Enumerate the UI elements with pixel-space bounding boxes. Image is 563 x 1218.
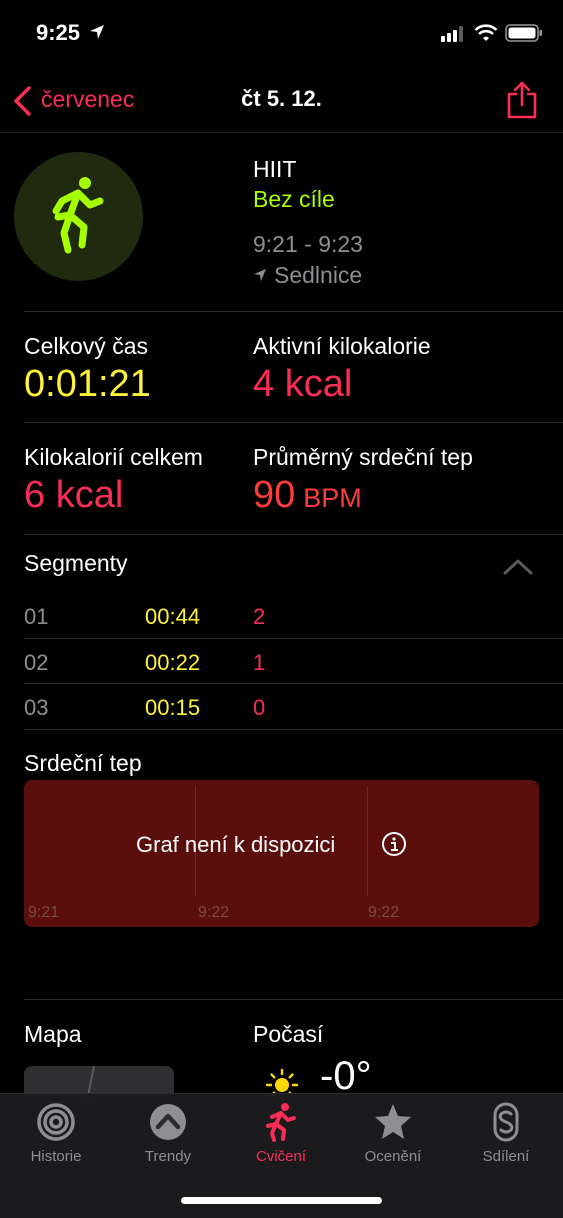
divider: [24, 422, 563, 423]
tab-label: Historie: [30, 1148, 82, 1165]
avg-heart-rate-label: Průměrný srdeční tep: [253, 444, 473, 470]
segment-value: 0: [253, 695, 266, 720]
total-kcal-label: Kilokalorií celkem: [24, 444, 203, 470]
segment-time: 00:15: [145, 695, 201, 720]
divider: [24, 999, 563, 1000]
cellular-signal-icon: [441, 26, 465, 47]
workout-runner-icon: [261, 1102, 301, 1147]
info-icon[interactable]: [381, 831, 407, 862]
workout-detail-screen: 9:25 červenec čt 5. 12. HIIT Bez cíle 9:…: [0, 0, 563, 1218]
total-time-label: Celkový čas: [24, 333, 148, 359]
tab-label: Ocenění: [364, 1148, 422, 1165]
share-icon[interactable]: [505, 80, 539, 125]
home-indicator[interactable]: [181, 1197, 382, 1204]
active-kcal-label: Aktivní kilokalorie: [253, 333, 431, 359]
divider: [24, 683, 563, 684]
tab-history[interactable]: Historie: [0, 1094, 112, 1184]
weather-title: Počasí: [253, 1021, 324, 1047]
avg-heart-rate-number: 90: [253, 474, 296, 516]
total-time-value: 0:01:21: [24, 363, 151, 405]
location-arrow-icon: [253, 268, 267, 287]
location-arrow-icon: [89, 24, 105, 45]
chart-tick-label: 9:22: [198, 904, 230, 921]
sharing-icon: [486, 1102, 526, 1147]
bpm-unit: BPM: [303, 483, 362, 513]
tab-label: Cvičení: [255, 1148, 307, 1165]
segment-number: 01: [24, 604, 49, 629]
segment-time: 00:44: [145, 604, 201, 629]
chevron-up-icon[interactable]: [502, 556, 534, 581]
segments-title: Segmenty: [24, 550, 128, 576]
tab-label: Sdílení: [482, 1148, 530, 1165]
tab-workouts[interactable]: Cvičení: [225, 1094, 337, 1184]
tab-label: Trendy: [144, 1148, 192, 1165]
tab-sharing[interactable]: Sdílení: [450, 1094, 562, 1184]
segment-value: 1: [253, 650, 266, 675]
divider: [24, 534, 563, 535]
segment-time: 00:22: [145, 650, 201, 675]
total-kcal-value: 6 kcal: [24, 474, 124, 516]
wifi-icon: [474, 23, 498, 48]
tab-trends[interactable]: Trendy: [112, 1094, 224, 1184]
status-bar: 9:25: [0, 0, 563, 70]
map-title: Mapa: [24, 1021, 82, 1047]
trends-chevron-icon: [148, 1102, 188, 1147]
segment-number: 02: [24, 650, 49, 675]
tab-awards[interactable]: Ocenění: [337, 1094, 449, 1184]
status-time: 9:25: [36, 20, 81, 45]
awards-star-icon: [373, 1102, 413, 1147]
battery-icon: [505, 24, 543, 47]
chart-tick-label: 9:21: [28, 904, 60, 921]
history-rings-icon: [36, 1102, 76, 1147]
chart-tick-label: 9:22: [368, 904, 400, 921]
chart-gridline: [367, 786, 368, 896]
segment-number: 03: [24, 695, 49, 720]
divider: [24, 638, 563, 639]
page-title: čt 5. 12.: [241, 86, 322, 111]
workout-name: HIIT: [253, 156, 297, 182]
workout-goal: Bez cíle: [253, 186, 335, 212]
chart-unavailable-message: Graf není k dispozici: [136, 832, 336, 857]
navigation-bar: červenec čt 5. 12.: [0, 70, 563, 133]
avg-heart-rate-value: 90 BPM: [253, 474, 362, 517]
divider: [24, 311, 563, 312]
workout-location: Sedlnice: [274, 262, 363, 288]
divider: [24, 729, 563, 730]
heart-rate-chart[interactable]: Graf není k dispozici 9:21 9:22 9:22: [24, 780, 539, 927]
workout-time-range: 9:21 - 9:23: [253, 231, 363, 257]
heart-rate-title: Srdeční tep: [24, 750, 142, 776]
segment-value: 2: [253, 604, 266, 629]
active-kcal-value: 4 kcal: [253, 363, 353, 405]
hiit-runner-icon: [48, 175, 108, 260]
